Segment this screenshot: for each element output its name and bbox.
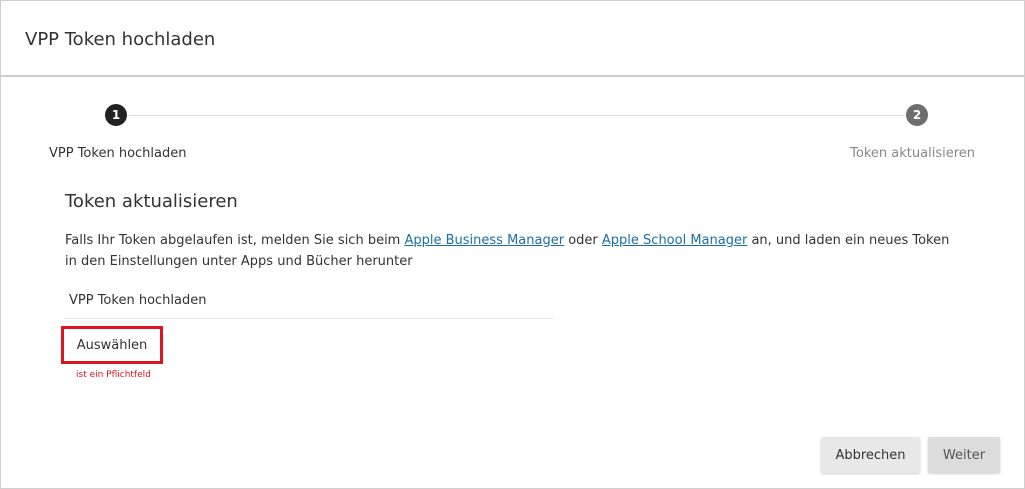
desc-text-1: Falls Ihr Token abgelaufen ist, melden S… (65, 233, 405, 248)
dialog-title: VPP Token hochladen (25, 29, 216, 50)
apple-school-manager-link[interactable]: Apple School Manager (602, 233, 747, 248)
upload-field-underline (65, 318, 553, 319)
section-title: Token aktualisieren (65, 191, 238, 212)
stepper-connector (129, 115, 905, 116)
upload-token-dialog: VPP Token hochladen 1 2 VPP Token hochla… (0, 0, 1025, 489)
cancel-button[interactable]: Abbrechen (821, 437, 920, 473)
apple-business-manager-link[interactable]: Apple Business Manager (404, 233, 564, 248)
step-2-indicator: 2 (906, 104, 928, 126)
dialog-header: VPP Token hochladen (1, 1, 1024, 77)
step-2-label: Token aktualisieren (850, 146, 975, 161)
choose-file-button[interactable]: Auswählen (61, 326, 163, 364)
step-1-indicator: 1 (105, 104, 127, 126)
required-error-message: ist ein Pflichtfeld (76, 370, 151, 380)
next-button[interactable]: Weiter (928, 437, 1000, 473)
section-description: Falls Ihr Token abgelaufen ist, melden S… (65, 230, 965, 272)
upload-field-label: VPP Token hochladen (69, 293, 207, 308)
desc-text-2: oder (564, 233, 602, 248)
step-1-label: VPP Token hochladen (49, 146, 187, 161)
